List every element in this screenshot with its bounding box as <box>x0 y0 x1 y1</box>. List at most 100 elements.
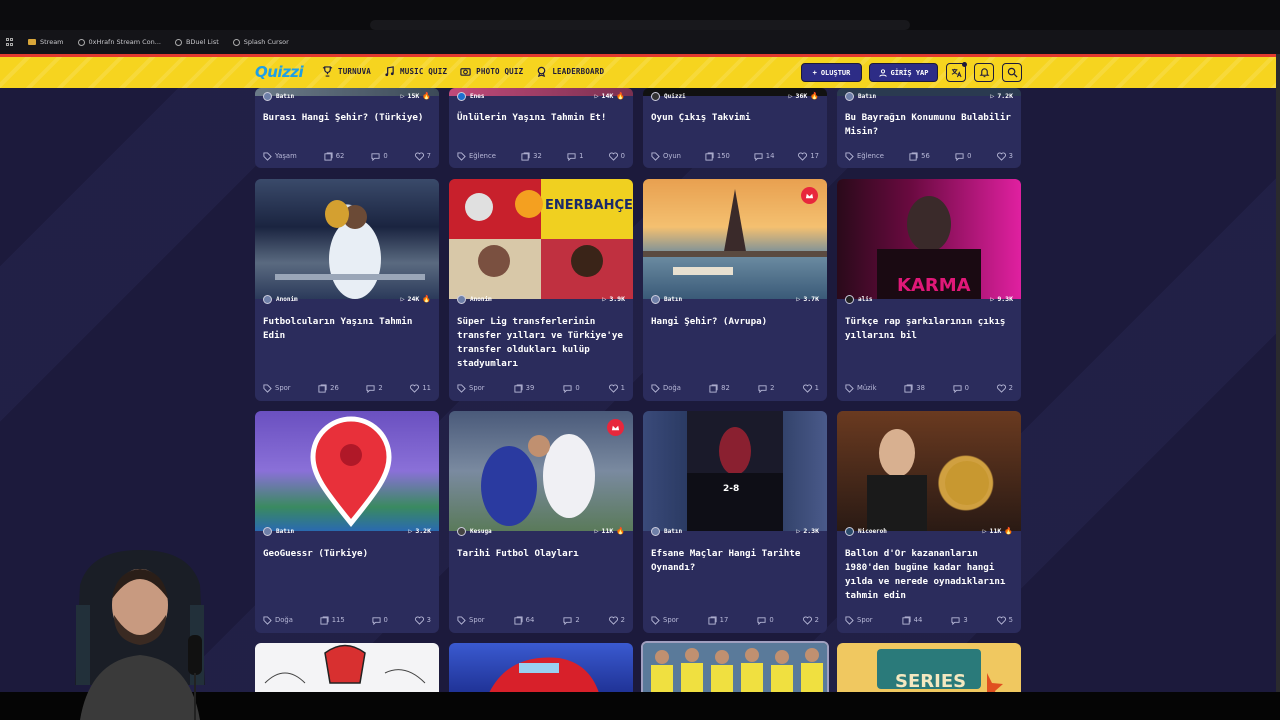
card-author[interactable]: Quizzi <box>651 91 686 101</box>
category-label: Eğlence <box>469 152 496 160</box>
like-count[interactable]: 0 <box>608 151 625 161</box>
category-label: Spor <box>275 384 291 392</box>
like-count[interactable]: 2 <box>802 615 819 625</box>
like-count-value: 1 <box>620 384 625 392</box>
card-title[interactable]: Ballon d'Or kazananların 1980'den bugüne… <box>845 547 1013 603</box>
site-logo[interactable]: Quizzi <box>255 63 304 81</box>
quiz-card[interactable]: Batın ▷ 7.2K Bu Bayrağın Konumunu Bulabi… <box>837 88 1021 168</box>
quiz-card[interactable]: Quizzi ▷ 36K 🔥 Oyun Çıkış Takvimi Oyun 15… <box>643 88 827 168</box>
webcam-overlay <box>75 550 205 720</box>
heart-icon <box>802 615 812 625</box>
tag-icon <box>845 151 854 161</box>
login-button[interactable]: GİRİŞ YAP <box>869 63 938 82</box>
card-title[interactable]: Bu Bayrağın Konumunu Bulabilir Misin? <box>845 111 1013 139</box>
like-count[interactable]: 2 <box>608 615 625 625</box>
card-author[interactable]: Anonim <box>457 294 492 304</box>
create-button[interactable]: + OLUŞTUR <box>801 63 862 82</box>
quiz-card[interactable]: ENERBAHÇE Anonim ▷ 3.9K Süper Lig transf… <box>449 179 633 401</box>
play-count-value: 24K <box>407 295 420 303</box>
card-author[interactable]: Batın <box>651 294 682 304</box>
play-count-value: 15K <box>407 92 420 100</box>
card-title[interactable]: Türkçe rap şarkılarının çıkış yıllarını … <box>845 315 1013 343</box>
address-bar[interactable] <box>370 20 910 30</box>
comment-count-value: 0 <box>964 384 969 392</box>
card-meta: Quizzi ▷ 36K 🔥 <box>643 88 827 104</box>
card-title[interactable]: Süper Lig transferlerinin transfer yılla… <box>457 315 625 371</box>
like-count[interactable]: 2 <box>996 383 1013 393</box>
card-author[interactable]: Batın <box>651 526 682 536</box>
like-count[interactable]: 11 <box>410 383 431 393</box>
quiz-card[interactable] <box>255 643 439 692</box>
nav-photo-quiz[interactable]: PHOTO QUIZ <box>460 66 523 77</box>
play-count-value: 3.7K <box>803 295 819 303</box>
like-count[interactable]: 7 <box>414 151 431 161</box>
nav-label: TURNUVA <box>338 67 372 76</box>
card-title[interactable]: Hangi Şehir? (Avrupa) <box>651 315 819 329</box>
card-stats: Eğlence 32 1 0 <box>457 149 625 163</box>
quiz-card[interactable] <box>641 641 829 692</box>
card-title[interactable]: Oyun Çıkış Takvimi <box>651 111 819 125</box>
nav-turnuva[interactable]: TURNUVA <box>322 66 371 77</box>
card-title[interactable]: Burası Hangi Şehir? (Türkiye) <box>263 111 431 125</box>
quiz-card[interactable]: KARMA alis ▷ 9.3K Türkçe rap şarkılarını… <box>837 179 1021 401</box>
quiz-card[interactable]: Kesuga ▷ 11K 🔥 Tarihi Futbol Olayları Spo… <box>449 411 633 633</box>
quiz-card[interactable]: Batın ▷ 3.2K GeoGuessr (Türkiye) Doğa 11… <box>255 411 439 633</box>
quiz-card[interactable]: Anonim ▷ 24K 🔥 Futbolcuların Yaşını Tahmi… <box>255 179 439 401</box>
like-count[interactable]: 3 <box>414 615 431 625</box>
card-author[interactable]: alis <box>845 294 872 304</box>
like-count[interactable]: 17 <box>798 151 819 161</box>
search-button[interactable] <box>1002 63 1022 82</box>
card-author[interactable]: Anonim <box>263 294 298 304</box>
quiz-card[interactable]: Batın ▷ 3.7K Hangi Şehir? (Avrupa) Doğa … <box>643 179 827 401</box>
bookmark-stream[interactable]: Stream <box>28 38 64 46</box>
card-meta: Anonim ▷ 3.9K <box>449 291 633 307</box>
bookmark-splash[interactable]: Splash Cursor <box>232 38 289 46</box>
like-count[interactable]: 1 <box>608 383 625 393</box>
card-title[interactable]: Futbolcuların Yaşını Tahmin Edin <box>263 315 431 343</box>
question-count-value: 44 <box>913 616 923 624</box>
card-author[interactable]: Batın <box>263 91 294 101</box>
card-author[interactable]: Batın <box>263 526 294 536</box>
create-label: OLUŞTUR <box>820 68 851 77</box>
apps-icon[interactable] <box>6 38 14 46</box>
comment-count-value: 3 <box>963 616 968 624</box>
quiz-card[interactable] <box>449 643 633 692</box>
scrollbar[interactable] <box>1276 54 1280 692</box>
comment-count: 14 <box>754 152 774 161</box>
like-count[interactable]: 5 <box>996 615 1013 625</box>
card-title[interactable]: Efsane Maçlar Hangi Tarihte Oynandı? <box>651 547 819 575</box>
quiz-thumbnail <box>643 643 827 692</box>
bookmark-bduel[interactable]: BDuel List <box>174 38 219 46</box>
notifications-button[interactable] <box>974 63 994 82</box>
comment-count: 0 <box>955 152 971 161</box>
like-count-value: 0 <box>620 152 625 160</box>
card-author[interactable]: Batın <box>845 91 876 101</box>
quiz-card[interactable]: 2-8 Batın ▷ 2.3K Efsane Maçlar Hangi Tar… <box>643 411 827 633</box>
category: Spor <box>651 615 679 625</box>
like-count[interactable]: 1 <box>802 383 819 393</box>
comment-icon <box>563 384 572 393</box>
quiz-card[interactable]: Batın ▷ 15K 🔥 Burası Hangi Şehir? (Türkiy… <box>255 88 439 168</box>
comment-count: 0 <box>757 616 774 625</box>
images-icon <box>514 383 523 393</box>
card-author[interactable]: Kesuga <box>457 526 492 536</box>
card-author[interactable]: Nicoeroh <box>845 526 887 536</box>
quiz-card[interactable]: Nicoeroh ▷ 11K 🔥 Ballon d'Or kazananların… <box>837 411 1021 633</box>
card-title[interactable]: Tarihi Futbol Olayları <box>457 547 625 561</box>
heart-icon <box>608 151 618 161</box>
nav-music-quiz[interactable]: MUSIC QUIZ <box>384 66 447 77</box>
card-title[interactable]: GeoGuessr (Türkiye) <box>263 547 431 561</box>
images-icon <box>904 383 913 393</box>
images-icon <box>705 151 714 161</box>
quiz-card[interactable]: SERIES <box>837 643 1021 692</box>
nav-leaderboard[interactable]: LEADERBOARD <box>536 66 604 77</box>
like-count[interactable]: 3 <box>996 151 1013 161</box>
camera-icon <box>460 68 471 76</box>
language-button[interactable] <box>946 62 967 82</box>
card-title[interactable]: Ünlülerin Yaşını Tahmin Et! <box>457 111 625 125</box>
bookmark-stream-con[interactable]: 0xHrafn Stream Con... <box>77 38 161 46</box>
quiz-card[interactable]: Enes ▷ 14K 🔥 Ünlülerin Yaşını Tahmin Et! … <box>449 88 633 168</box>
bookmark-label: 0xHrafn Stream Con... <box>88 38 161 46</box>
card-author[interactable]: Enes <box>457 91 484 101</box>
question-count-value: 39 <box>525 384 535 392</box>
